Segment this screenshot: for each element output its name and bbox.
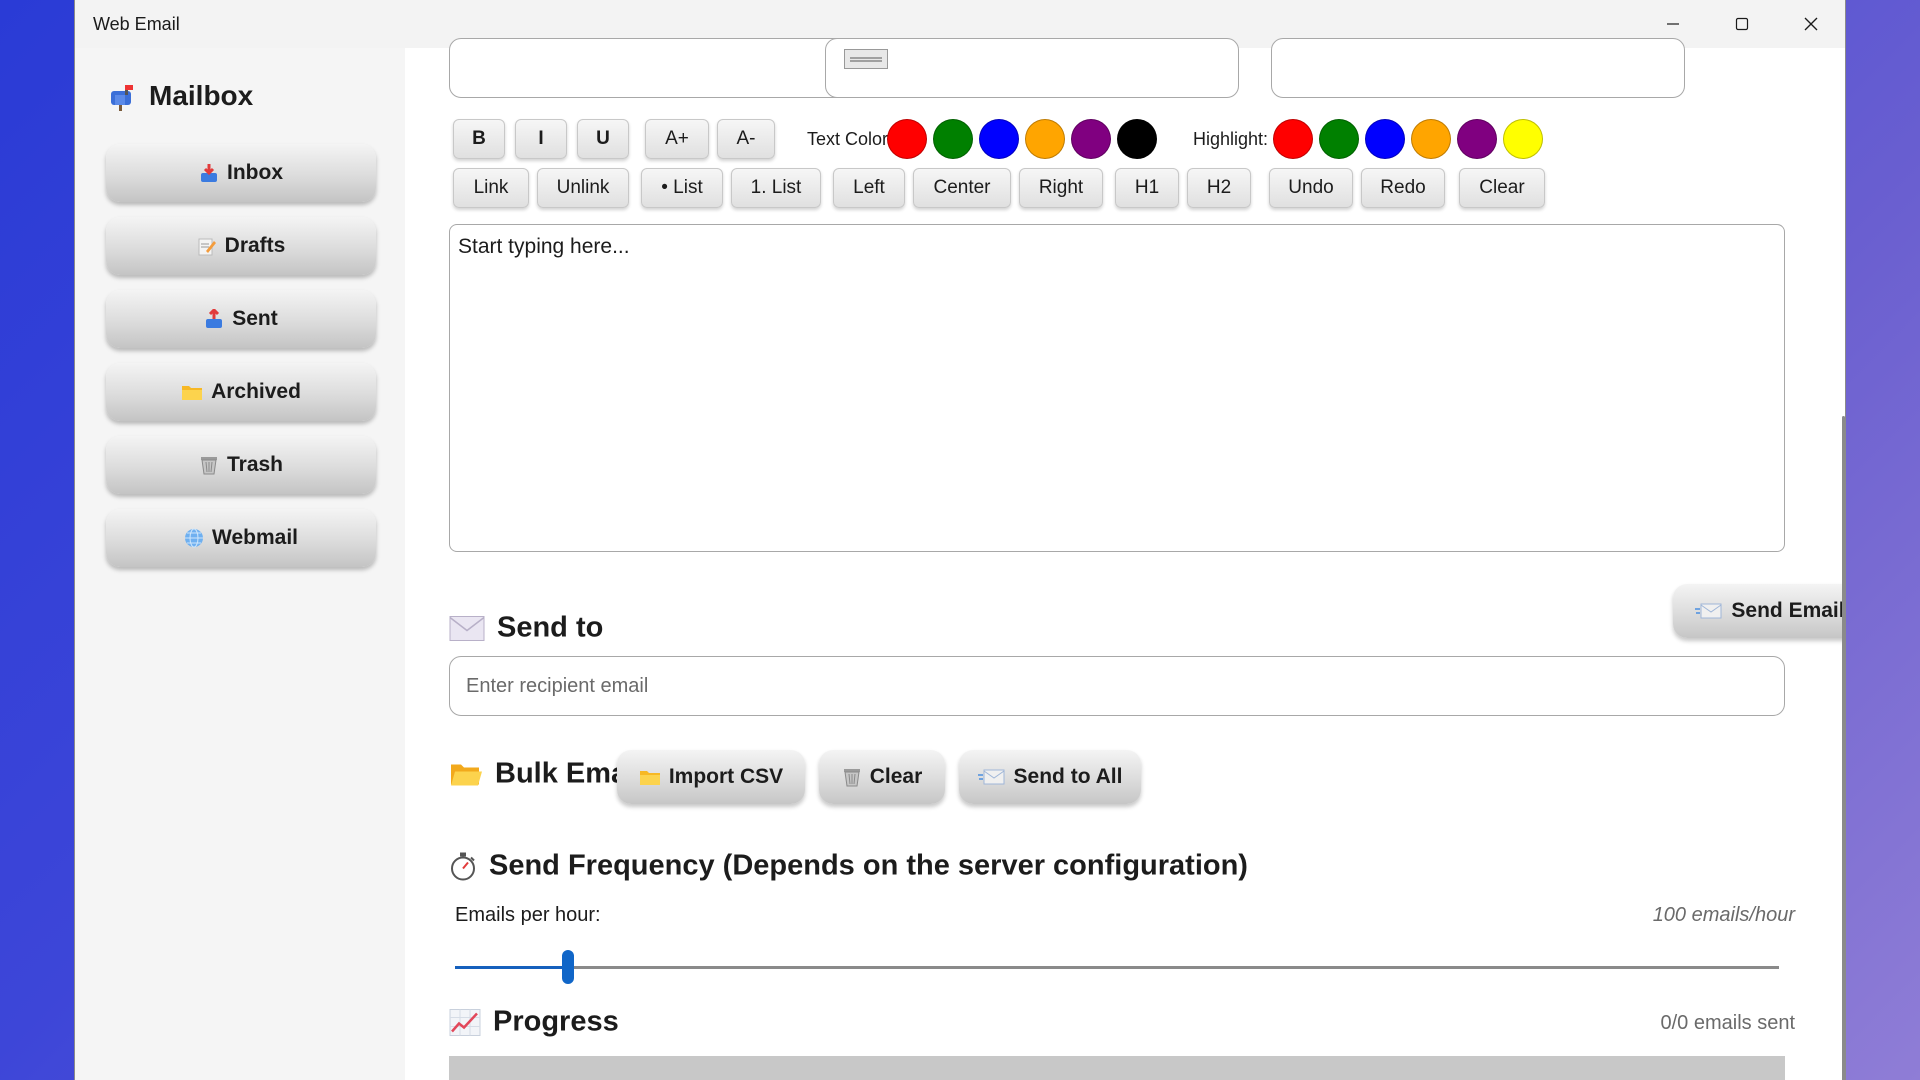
heading1-button[interactable]: H1 — [1115, 168, 1179, 208]
bulk-clear-button[interactable]: Clear — [819, 750, 945, 804]
sidebar-item-drafts[interactable]: Drafts — [106, 217, 376, 275]
folder-icon — [639, 771, 660, 785]
close-button[interactable] — [1776, 0, 1845, 48]
import-csv-button[interactable]: Import CSV — [617, 750, 805, 804]
sidebar-item-label: Archived — [211, 380, 301, 403]
align-center-button[interactable]: Center — [913, 168, 1011, 208]
recipient-email-input[interactable] — [449, 656, 1785, 716]
maximize-button[interactable] — [1707, 0, 1776, 48]
send-to-title: Send to — [497, 611, 604, 644]
frequency-heading: Send Frequency (Depends on the server co… — [449, 850, 1248, 883]
text-color-swatch[interactable] — [1071, 119, 1111, 159]
frequency-label: Emails per hour: — [455, 904, 601, 926]
progress-bar — [449, 1056, 1785, 1080]
sidebar-item-label: Inbox — [227, 161, 283, 184]
progress-title: Progress — [493, 1005, 619, 1038]
highlight-color-swatch[interactable] — [1319, 119, 1359, 159]
highlight-label: Highlight: — [1193, 129, 1269, 149]
frequency-slider[interactable] — [455, 950, 1779, 984]
send-email-button[interactable]: Send Email — [1673, 584, 1845, 638]
numbered-list-button[interactable]: 1. List — [731, 168, 821, 208]
maximize-icon — [1735, 17, 1748, 31]
message-editor[interactable]: Start typing here... — [449, 224, 1785, 552]
frequency-value: 100 emails/hour — [1652, 904, 1795, 926]
text-color-label: Text Color: — [807, 129, 894, 149]
align-left-button[interactable]: Left — [833, 168, 905, 208]
top-field-1[interactable] — [449, 38, 863, 98]
wastebasket-icon — [843, 769, 860, 787]
align-right-button[interactable]: Right — [1019, 168, 1103, 208]
sidebar-header: Mailbox — [107, 80, 253, 112]
outbox-tray-icon — [206, 309, 223, 328]
sidebar-title: Mailbox — [149, 80, 254, 111]
text-color-swatch[interactable] — [1025, 119, 1065, 159]
slider-fill — [455, 966, 568, 969]
send-to-heading: Send to — [449, 612, 603, 645]
underline-button[interactable]: U — [577, 119, 629, 159]
inbox-tray-icon — [201, 164, 217, 182]
sidebar-item-label: Trash — [226, 453, 284, 476]
slider-thumb[interactable] — [561, 950, 574, 984]
highlight-color-swatch[interactable] — [1365, 119, 1405, 159]
window-title: Web Email — [93, 13, 180, 34]
text-color-swatch[interactable] — [1117, 119, 1157, 159]
sidebar-item-inbox[interactable]: Inbox — [106, 144, 376, 202]
highlight-color-swatch[interactable] — [1411, 119, 1451, 159]
bullet-list-button[interactable]: • List — [641, 168, 723, 208]
bulk-clear-label: Clear — [869, 765, 923, 788]
undo-button[interactable]: Undo — [1269, 168, 1353, 208]
sidebar-item-sent[interactable]: Sent — [106, 290, 376, 348]
sidebar-item-trash[interactable]: Trash — [106, 436, 376, 494]
chart-increasing-icon — [449, 1008, 481, 1036]
send-email-label: Send Email — [1731, 599, 1845, 622]
redo-button[interactable]: Redo — [1361, 168, 1445, 208]
highlight-color-swatch[interactable] — [1503, 119, 1543, 159]
sidebar-item-webmail[interactable]: Webmail — [106, 509, 376, 567]
bold-button[interactable]: B — [453, 119, 505, 159]
unlink-button[interactable]: Unlink — [537, 168, 629, 208]
open-folder-icon — [451, 764, 482, 785]
top-field-3[interactable] — [1271, 38, 1685, 98]
italic-button[interactable]: I — [515, 119, 567, 159]
link-button[interactable]: Link — [453, 168, 529, 208]
wastebasket-icon — [200, 457, 217, 475]
progress-status: 0/0 emails sent — [1660, 1012, 1795, 1034]
app-window: Web Email Mailbox Inbox Drafts Sent Arch… — [74, 0, 1846, 1080]
sidebar-item-archived[interactable]: Archived — [106, 363, 376, 421]
editor-placeholder: Start typing here... — [458, 235, 630, 258]
highlight-color-swatch[interactable] — [1273, 119, 1313, 159]
folder-icon — [182, 386, 203, 400]
sidebar: Mailbox Inbox Drafts Sent Archived Trash… — [75, 48, 405, 1080]
text-color-swatch[interactable] — [979, 119, 1019, 159]
close-icon — [1804, 17, 1817, 31]
import-csv-label: Import CSV — [668, 765, 784, 788]
highlight-color-swatch[interactable] — [1457, 119, 1497, 159]
envelope-send-icon — [977, 769, 1005, 785]
bulk-email-heading: Bulk Email — [449, 758, 643, 791]
envelope-icon — [449, 615, 485, 641]
mailbox-icon — [111, 85, 133, 111]
stopwatch-icon — [451, 852, 475, 880]
send-to-all-button[interactable]: Send to All — [959, 750, 1141, 804]
progress-heading: Progress — [449, 1006, 619, 1039]
font-increase-button[interactable]: A+ — [645, 119, 709, 159]
send-to-all-label: Send to All — [1013, 765, 1123, 788]
text-color-swatch[interactable] — [887, 119, 927, 159]
frequency-title: Send Frequency (Depends on the server co… — [489, 849, 1248, 882]
text-color-swatch[interactable] — [933, 119, 973, 159]
heading2-button[interactable]: H2 — [1187, 168, 1251, 208]
minimize-icon — [1666, 23, 1679, 25]
scrollbar[interactable] — [1842, 416, 1845, 1080]
sidebar-item-label: Drafts — [224, 234, 286, 257]
sidebar-item-label: Webmail — [212, 526, 298, 549]
top-field-2[interactable] — [825, 38, 1239, 98]
globe-icon — [185, 528, 204, 548]
attachment-bar-icon — [844, 49, 888, 69]
compose-panel: B I U A+ A- Text Color: Highlight: Link … — [405, 38, 1845, 1080]
font-decrease-button[interactable]: A- — [717, 119, 775, 159]
memo-icon — [198, 238, 216, 256]
clear-format-button[interactable]: Clear — [1459, 168, 1545, 208]
envelope-send-icon — [1695, 603, 1722, 619]
sidebar-item-label: Sent — [232, 307, 278, 330]
